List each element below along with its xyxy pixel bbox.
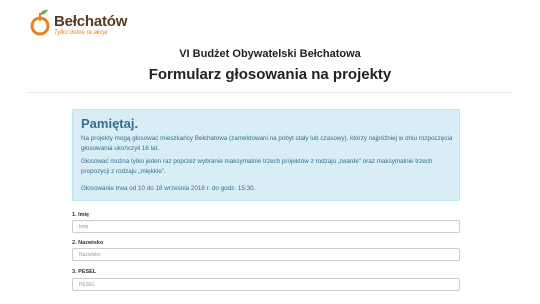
notice-heading: Pamiętaj.	[81, 116, 139, 131]
pesel-input[interactable]	[72, 278, 460, 291]
notice-voting-rules-text: Głosować można tylko jeden raz poprzez w…	[81, 158, 433, 175]
last-name-input[interactable]	[72, 248, 460, 261]
first-name-input[interactable]	[72, 220, 460, 233]
apple-logo-icon	[30, 9, 50, 36]
page-subtitle: VI Budżet Obywatelski Bełchatowa	[179, 48, 361, 60]
notice-voting-period-text: Głosowanie trwa od 10 do 18 września 201…	[81, 185, 256, 192]
site-logo[interactable]: Bełchatów Tylko dobre re:akcje	[30, 8, 150, 42]
last-name-label: 2. Nazwisko	[72, 240, 104, 246]
logo-tagline: Tylko dobre re:akcje	[54, 30, 108, 36]
info-notice: Pamiętaj. Na projekty mogą głosować mies…	[72, 109, 460, 201]
logo-name: Bełchatów	[54, 13, 128, 30]
header-divider	[28, 92, 512, 93]
notice-eligibility-text: Na projekty mogą głosować mieszkańcy Beł…	[81, 135, 453, 152]
page-title: Formularz głosowania na projekty	[148, 66, 392, 83]
pesel-label: 3. PESEL	[72, 269, 97, 275]
first-name-label: 1. Imię	[72, 212, 90, 218]
